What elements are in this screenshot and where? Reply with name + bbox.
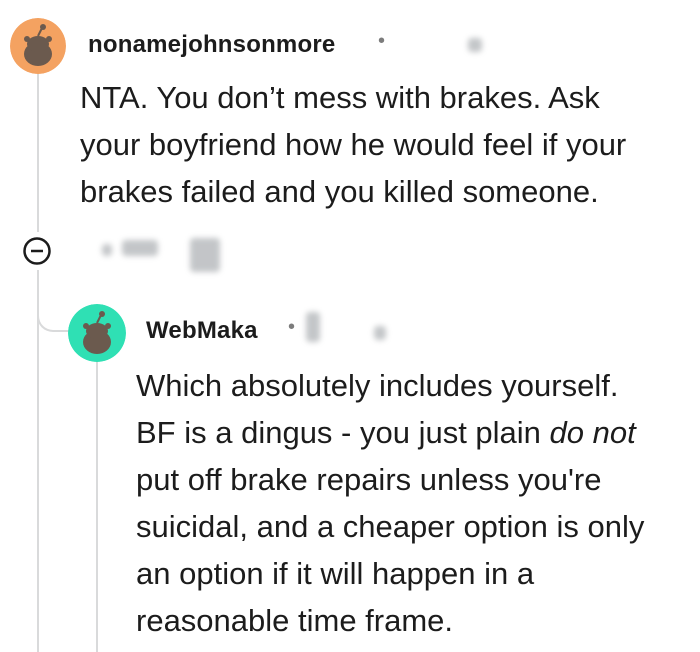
avatar[interactable] [68, 304, 126, 362]
redacted-meta [468, 38, 482, 52]
minus-circle-icon [23, 237, 51, 265]
comment-body: NTA. You don’t mess with brakes. Ask you… [80, 74, 690, 215]
comment-body-text: BF is a dingus - you just plain [136, 415, 550, 450]
redacted-action [190, 238, 220, 272]
comment-body-line: reasonable time frame. [136, 603, 454, 638]
thread-line-parent-lower [37, 270, 39, 652]
redacted-meta [374, 326, 386, 340]
comment-username[interactable]: nonamejohnsonmore [88, 31, 335, 59]
comment-body-line: Which absolutely includes yourself. [136, 368, 619, 403]
comment-body-line: an option if it will happen in a [136, 556, 535, 591]
redacted-meta [306, 312, 320, 342]
snoo-avatar-icon [68, 304, 126, 362]
thread-line-reply [96, 358, 98, 652]
comment-username[interactable]: WebMaka [146, 317, 258, 345]
meta-separator: • [288, 316, 296, 338]
comment-body-line: NTA. You don’t mess with brakes. Ask [80, 80, 600, 115]
snoo-avatar-icon [10, 18, 66, 74]
redacted-vote-count [102, 244, 112, 256]
comment-body: Which absolutely includes yourself. BF i… [136, 362, 696, 644]
collapse-thread-button[interactable] [22, 236, 52, 266]
avatar[interactable] [10, 18, 66, 74]
redacted-vote-count [122, 240, 158, 256]
emphasis-text: do not [549, 415, 636, 450]
comment-body-line: BF is a dingus - you just plain do not [136, 409, 696, 456]
comment-body-line: suicidal, and a cheaper option is only [136, 509, 645, 544]
meta-separator: • [378, 30, 386, 52]
comment-body-line: your boyfriend how he would feel if your [80, 127, 627, 162]
comment-body-line: put off brake repairs unless you're [136, 462, 602, 497]
thread-line-parent [37, 72, 39, 232]
comment-body-line: brakes failed and you killed someone. [80, 174, 599, 209]
